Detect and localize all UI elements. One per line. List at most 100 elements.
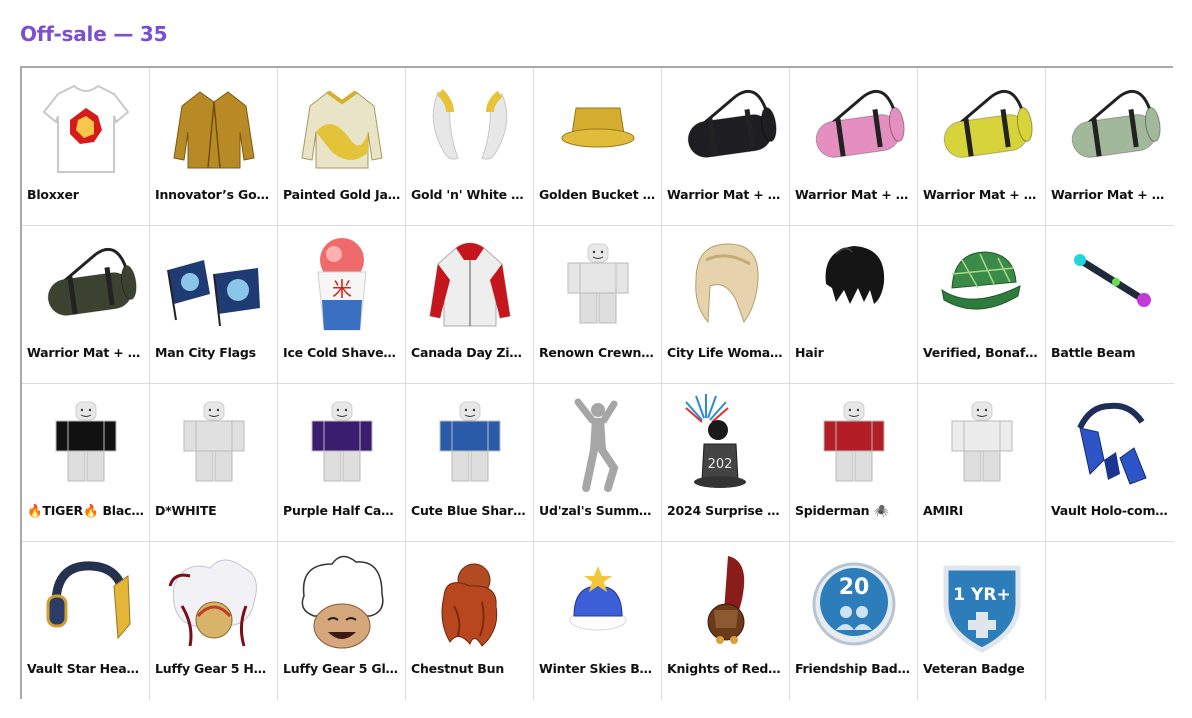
item-name: Friendship Badge: [795, 661, 913, 676]
item-card[interactable]: Renown Crewneck: [534, 226, 662, 384]
item-name: Warrior Mat + Alo Yoga: [923, 187, 1041, 202]
item-name: Veteran Badge: [923, 661, 1025, 676]
item-name: Renown Crewneck: [539, 345, 657, 360]
item-name: Painted Gold Jacket: [283, 187, 401, 202]
item-name: Warrior Mat + Alo Yoga: [1051, 187, 1170, 202]
luffy-haki-icon: [154, 546, 274, 662]
headphones-icon: [26, 546, 146, 662]
item-card[interactable]: 202 2024 Surprise Firework Hat: [662, 384, 790, 542]
item-name: Ud'zal's Summoning: [539, 503, 657, 518]
plaid-cap-icon: [922, 230, 1042, 346]
item-name: 🔥TIGER🔥 Black Shirt: [27, 503, 145, 518]
item-card[interactable]: 1 YR+ Veteran Badge: [918, 542, 1046, 700]
item-card[interactable]: Knights of Redcliff Helm: [662, 542, 790, 700]
item-card[interactable]: Gold 'n' White Curled Horns: [406, 68, 534, 226]
item-card[interactable]: Canada Day Zipper Hoodie: [406, 226, 534, 384]
item-card[interactable]: City Life Woman Hair: [662, 226, 790, 384]
item-name: Spiderman 🕷️: [795, 503, 889, 518]
horns-icon: [410, 72, 530, 188]
item-card[interactable]: D*WHITE: [150, 384, 278, 542]
item-card[interactable]: Luffy Gear 5 Glowing Hair: [278, 542, 406, 700]
item-card[interactable]: Painted Gold Jacket: [278, 68, 406, 226]
yoga-mat-icon: [1050, 72, 1170, 188]
gold-jacket-icon: [154, 72, 274, 188]
painted-jacket-icon: [282, 72, 402, 188]
item-card[interactable]: Battle Beam: [1046, 226, 1174, 384]
item-card[interactable]: Cute Blue Shark Hoodie: [406, 384, 534, 542]
flags-icon: [154, 230, 274, 346]
bucket-hat-icon: [538, 72, 658, 188]
item-grid: Bloxxer Innovator’s Gold Suit Painted Go…: [20, 66, 1174, 700]
luffy-face-icon: [282, 546, 402, 662]
hoodie-icon: [410, 230, 530, 346]
item-name: Ice Cold Shaved Ice: [283, 345, 401, 360]
item-name: Cute Blue Shark Hoodie: [411, 503, 529, 518]
beanie-icon: [538, 546, 658, 662]
friendship-badge-icon: 20: [794, 546, 914, 662]
item-card[interactable]: 🔥TIGER🔥 Black Shirt: [22, 384, 150, 542]
item-name: Vault Holo-companion: [1051, 503, 1170, 518]
yoga-mat-icon: [666, 72, 786, 188]
item-card[interactable]: Warrior Mat + Alo Yoga: [1046, 68, 1174, 226]
veteran-badge-icon: 1 YR+: [922, 546, 1042, 662]
item-card[interactable]: Warrior Mat + Alo Yoga: [662, 68, 790, 226]
tshirt-icon: [26, 72, 146, 188]
item-name: Verified, Bonafide Plaid Cap: [923, 345, 1041, 360]
item-card[interactable]: Golden Bucket Hat: [534, 68, 662, 226]
item-name: Gold 'n' White Curled Horns: [411, 187, 529, 202]
item-name: Warrior Mat + Alo Yoga: [27, 345, 145, 360]
avatar-icon: [410, 388, 530, 504]
shaved-ice-icon: 米: [282, 230, 402, 346]
item-card[interactable]: Ud'zal's Summoning: [534, 384, 662, 542]
item-card[interactable]: AMIRI: [918, 384, 1046, 542]
item-card[interactable]: Verified, Bonafide Plaid Cap: [918, 226, 1046, 384]
item-card[interactable]: 20 Friendship Badge: [790, 542, 918, 700]
svg-text:米: 米: [332, 277, 352, 301]
avatar-icon: [154, 388, 274, 504]
item-card[interactable]: Winter Skies Beanie: [534, 542, 662, 700]
item-name: Hair: [795, 345, 824, 360]
empty-cell: [1046, 542, 1174, 700]
avatar-icon: [538, 230, 658, 346]
avatar-icon: [922, 388, 1042, 504]
item-name: D*WHITE: [155, 503, 217, 518]
item-name: Winter Skies Beanie: [539, 661, 657, 676]
blonde-hair-icon: [666, 230, 786, 346]
yoga-mat-icon: [794, 72, 914, 188]
item-name: Vault Star Headphones: [27, 661, 145, 676]
beam-icon: [1050, 230, 1170, 346]
item-name: Innovator’s Gold Suit: [155, 187, 273, 202]
item-card[interactable]: 米 Ice Cold Shaved Ice: [278, 226, 406, 384]
item-name: Battle Beam: [1051, 345, 1136, 360]
black-hair-icon: [794, 230, 914, 346]
item-card[interactable]: Vault Holo-companion: [1046, 384, 1174, 542]
item-card[interactable]: Vault Star Headphones: [22, 542, 150, 700]
item-card[interactable]: Warrior Mat + Alo Yoga: [790, 68, 918, 226]
bun-icon: [410, 546, 530, 662]
item-card[interactable]: Luffy Gear 5 Haki Hair: [150, 542, 278, 700]
item-card[interactable]: Warrior Mat + Alo Yoga: [918, 68, 1046, 226]
item-card[interactable]: Hair: [790, 226, 918, 384]
item-name: Canada Day Zipper Hoodie: [411, 345, 529, 360]
item-name: City Life Woman Hair: [667, 345, 785, 360]
item-name: Bloxxer: [27, 187, 79, 202]
holo-icon: [1050, 388, 1170, 504]
avatar-icon: [794, 388, 914, 504]
item-card[interactable]: Man City Flags: [150, 226, 278, 384]
item-name: Luffy Gear 5 Glowing Hair: [283, 661, 401, 676]
item-name: 2024 Surprise Firework Hat: [667, 503, 785, 518]
item-name: Chestnut Bun: [411, 661, 505, 676]
item-card[interactable]: Bloxxer: [22, 68, 150, 226]
item-card[interactable]: Chestnut Bun: [406, 542, 534, 700]
avatar-icon: [26, 388, 146, 504]
item-name: Knights of Redcliff Helm: [667, 661, 785, 676]
item-name: Golden Bucket Hat: [539, 187, 657, 202]
item-card[interactable]: Purple Half Camo Hoodie: [278, 384, 406, 542]
emote-icon: [538, 388, 658, 504]
svg-text:202: 202: [708, 457, 733, 472]
section-title: Off-sale — 35: [20, 22, 168, 46]
item-card[interactable]: Spiderman 🕷️: [790, 384, 918, 542]
item-card[interactable]: Warrior Mat + Alo Yoga: [22, 226, 150, 384]
item-card[interactable]: Innovator’s Gold Suit: [150, 68, 278, 226]
firework-hat-icon: 202: [666, 388, 786, 504]
